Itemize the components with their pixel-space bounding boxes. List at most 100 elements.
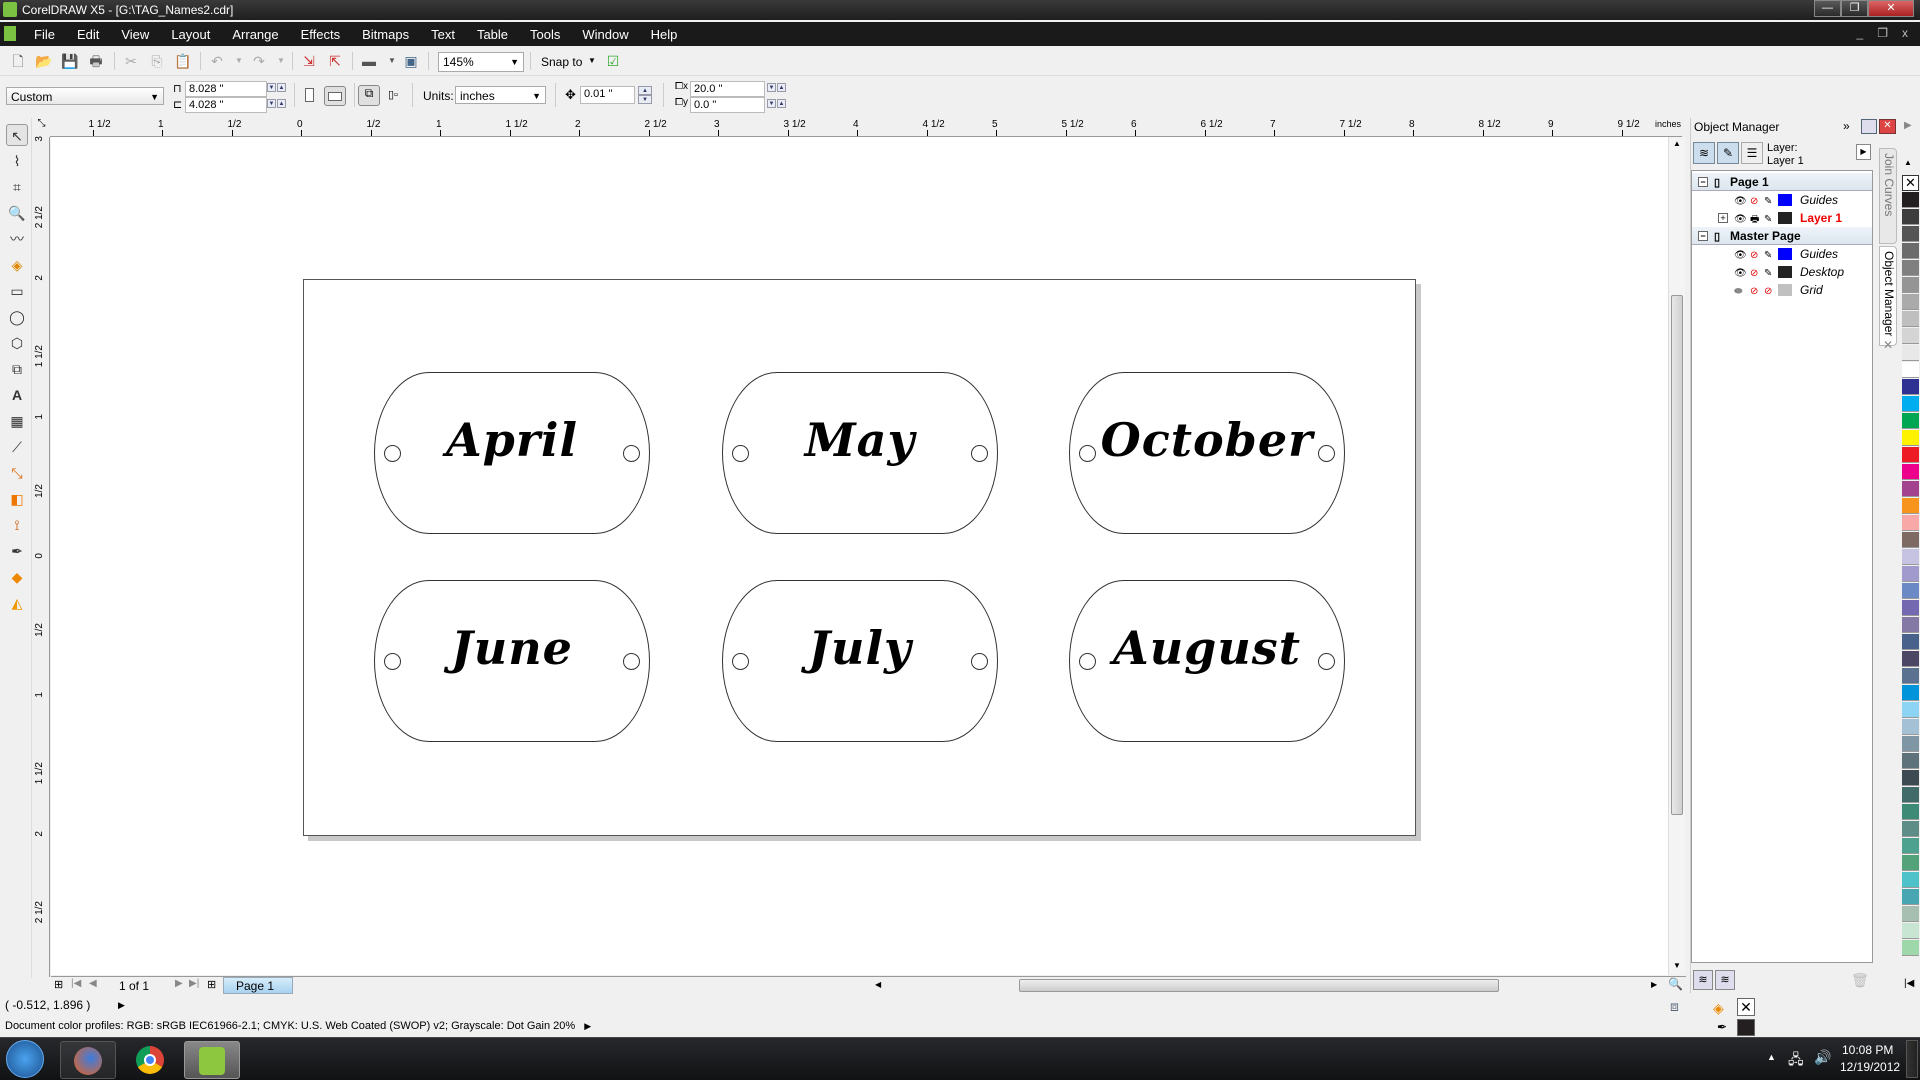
menu-effects[interactable]: Effects: [301, 27, 341, 42]
first-page-icon[interactable]: |◀: [71, 978, 81, 989]
taskbar-chrome[interactable]: [122, 1041, 178, 1079]
show-desktop-button[interactable]: [1906, 1040, 1918, 1078]
new-master-layer-icon[interactable]: ≋: [1715, 970, 1735, 990]
all-pages-button[interactable]: ⧉: [358, 85, 380, 106]
redo-dropdown-icon[interactable]: ▼: [272, 52, 290, 70]
layer-color-swatch[interactable]: [1778, 248, 1792, 260]
doc-close-button[interactable]: x: [1902, 26, 1908, 40]
palette-swatch[interactable]: [1902, 821, 1919, 837]
landscape-button[interactable]: [324, 86, 346, 106]
menu-text[interactable]: Text: [431, 27, 455, 42]
menu-file[interactable]: File: [34, 27, 55, 42]
palette-swatch[interactable]: [1902, 209, 1919, 225]
document-page[interactable]: April May October June July August: [303, 279, 1416, 836]
scroll-left-icon[interactable]: ◀: [875, 980, 881, 989]
palette-scroll-up-icon[interactable]: ▲: [1904, 158, 1912, 167]
height-spin-down[interactable]: ▼: [267, 99, 276, 108]
ellipse-tool-icon[interactable]: ◯: [6, 306, 28, 328]
menu-bitmaps[interactable]: Bitmaps: [362, 27, 409, 42]
menu-view[interactable]: View: [121, 27, 149, 42]
layer-color-swatch[interactable]: [1778, 194, 1792, 206]
network-icon[interactable]: 🖧: [1788, 1049, 1804, 1073]
pick-tool-icon[interactable]: ↖: [6, 124, 28, 146]
scroll-right-icon[interactable]: ▶: [1651, 980, 1657, 989]
zoom-level-combo[interactable]: 145% ▼: [438, 52, 524, 72]
outline-tool-icon[interactable]: ✒: [6, 540, 28, 562]
palette-swatch[interactable]: [1902, 668, 1919, 684]
tree-layer-guides[interactable]: 👁 ⊘ ✎ Guides: [1692, 191, 1872, 209]
redo-icon[interactable]: ↷: [250, 52, 268, 70]
basic-shapes-tool-icon[interactable]: ⧉: [6, 358, 28, 380]
undo-icon[interactable]: ↶: [208, 52, 226, 70]
palette-swatch[interactable]: [1902, 583, 1919, 599]
palette-swatch[interactable]: [1902, 719, 1919, 735]
options-icon[interactable]: ☑: [604, 52, 622, 70]
menu-help[interactable]: Help: [651, 27, 678, 42]
color-profiles-expand-icon[interactable]: ▶: [584, 1021, 591, 1031]
ruler-origin-icon[interactable]: ⤡: [33, 118, 50, 137]
start-button[interactable]: [6, 1040, 44, 1078]
tag-october[interactable]: October: [1069, 372, 1345, 534]
palette-swatch[interactable]: [1902, 855, 1919, 871]
dup-y-spin-up[interactable]: ▲: [777, 99, 786, 108]
layer-color-swatch[interactable]: [1778, 212, 1792, 224]
connector-tool-icon[interactable]: ⤡: [6, 462, 28, 484]
menu-window[interactable]: Window: [582, 27, 628, 42]
tree-master-desktop[interactable]: 👁 ⊘ ✎ Desktop: [1692, 263, 1872, 281]
rectangle-tool-icon[interactable]: ▭: [6, 280, 28, 302]
dup-y-spin-down[interactable]: ▼: [767, 99, 776, 108]
application-launcher-icon[interactable]: ▬: [360, 52, 378, 70]
cut-icon[interactable]: ✂: [122, 52, 140, 70]
open-icon[interactable]: 📂: [35, 52, 53, 70]
current-page-button[interactable]: ▯▫: [388, 88, 398, 101]
height-spin-up[interactable]: ▲: [277, 99, 286, 108]
palette-swatch[interactable]: [1902, 481, 1919, 497]
palette-swatch[interactable]: [1902, 532, 1919, 548]
palette-swatch[interactable]: [1902, 498, 1919, 514]
minimize-button[interactable]: —: [1814, 0, 1841, 17]
palette-swatch[interactable]: [1902, 515, 1919, 531]
docker-minimize-button[interactable]: [1861, 119, 1877, 134]
page-width-field[interactable]: 8.028 ": [185, 81, 267, 97]
dup-x-spin-down[interactable]: ▼: [767, 83, 776, 92]
palette-swatch[interactable]: [1902, 685, 1919, 701]
undo-dropdown-icon[interactable]: ▼: [230, 52, 248, 70]
palette-swatch[interactable]: [1902, 396, 1919, 412]
palette-swatch[interactable]: [1902, 804, 1919, 820]
edit-across-layers-icon[interactable]: ✎: [1717, 142, 1739, 164]
delete-layer-icon[interactable]: 🗑: [1851, 972, 1869, 989]
palette-swatch[interactable]: [1902, 923, 1919, 939]
menu-table[interactable]: Table: [477, 27, 508, 42]
menu-tools[interactable]: Tools: [530, 27, 560, 42]
palette-swatch[interactable]: [1902, 549, 1919, 565]
tag-july[interactable]: July: [722, 580, 998, 742]
vertical-ruler[interactable]: 3 2 1/2 2 1 1/2 1 1/2 0 1/2 1 1 1/2 2 2 1/2: [33, 136, 50, 977]
tray-expand-icon[interactable]: ▲: [1767, 1052, 1776, 1062]
units-combo[interactable]: inches ▼: [455, 86, 546, 104]
next-page-icon[interactable]: ▶: [175, 978, 183, 989]
palette-swatch[interactable]: [1902, 260, 1919, 276]
palette-expand-icon[interactable]: |◀: [1904, 978, 1914, 989]
copy-icon[interactable]: ⎘: [148, 52, 166, 70]
export-icon[interactable]: ⇱: [326, 52, 344, 70]
dup-x-spin-up[interactable]: ▲: [777, 83, 786, 92]
clock-date[interactable]: 12/19/2012: [1840, 1060, 1900, 1074]
nudge-spin-down[interactable]: ▼: [638, 95, 652, 104]
new-document-icon[interactable]: 🗋: [9, 52, 27, 70]
shape-tool-icon[interactable]: ⌇: [6, 150, 28, 172]
page-preset-combo[interactable]: Custom ▼: [6, 87, 164, 105]
palette-swatch[interactable]: [1902, 787, 1919, 803]
palette-swatch[interactable]: [1902, 464, 1919, 480]
palette-swatch[interactable]: [1902, 328, 1919, 344]
palette-swatch[interactable]: [1902, 753, 1919, 769]
collapse-icon[interactable]: −: [1698, 177, 1708, 187]
duplicate-x-field[interactable]: 20.0 ": [690, 81, 765, 97]
outline-swatch[interactable]: [1737, 1019, 1755, 1036]
horizontal-scroll-thumb[interactable]: [1019, 979, 1499, 992]
eyedropper-tool-icon[interactable]: ⟟: [6, 514, 28, 536]
snap-to-button[interactable]: Snap to: [541, 55, 582, 69]
no-edit-icon[interactable]: ⊘: [1764, 283, 1772, 301]
palette-swatch[interactable]: [1902, 736, 1919, 752]
menu-edit[interactable]: Edit: [77, 27, 99, 42]
palette-swatch[interactable]: [1902, 379, 1919, 395]
